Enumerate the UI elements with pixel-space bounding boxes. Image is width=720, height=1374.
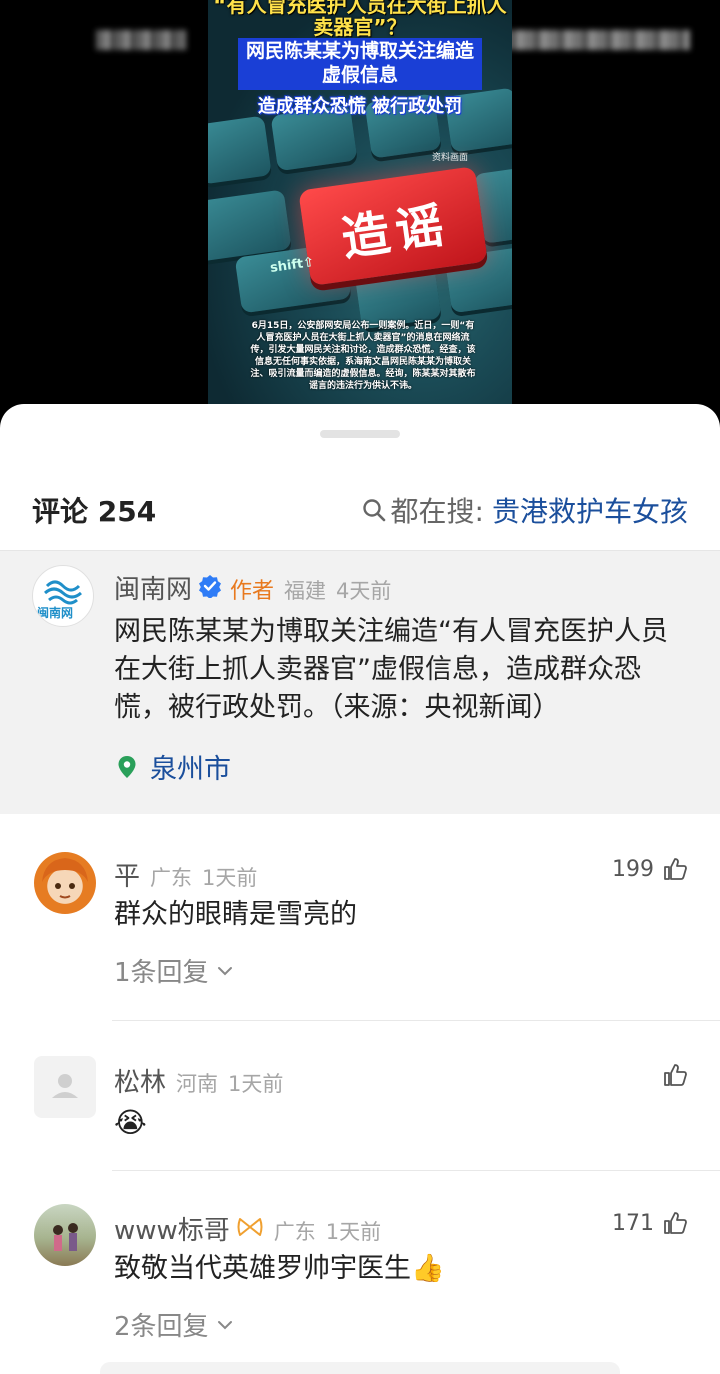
author-time: 4天前 (336, 579, 392, 603)
comment-sheet: 评论 254 都在搜: 贵港救护车女孩 闽南网 闽南网 作者 福建 4天前 网民… (0, 404, 720, 1374)
video-caption: 6月15日，公安部网安局公布一则案例。近日，一则“有人冒充医护人员在大街上抓人卖… (250, 321, 476, 391)
author-region: 福建 (284, 579, 327, 603)
comment-header: 评论 254 都在搜: 贵港救护车女孩 (0, 476, 720, 536)
cartoon-face-icon (42, 858, 88, 899)
like-button[interactable]: 199 (612, 856, 688, 882)
verified-badge-icon (199, 575, 222, 598)
keyboard-key (208, 115, 272, 185)
like-button[interactable]: 171 (612, 1210, 688, 1236)
comment-time: 1天前 (228, 1072, 284, 1096)
comment-count-title: 评论 254 (32, 495, 157, 528)
photo-avatar-icon (53, 1223, 78, 1251)
comment-author-name[interactable]: 平 (114, 856, 140, 893)
author-name-row: 闽南网 作者 福建 4天前 (114, 569, 391, 606)
video-player[interactable]: 造谣 shift⇧ “有人冒充医护人员在大街上抓人卖器官”？ 网民陈某某为博取关… (0, 0, 720, 430)
user-avatar[interactable] (34, 1056, 96, 1118)
video-headline-bottom: 造成群众恐慌 被行政处罚 (257, 96, 463, 117)
comment-divider (112, 1020, 720, 1021)
comment-text: 😭 (114, 1106, 147, 1139)
search-prefix-label: 都在搜: (390, 495, 484, 528)
comment-author-name[interactable]: 松林 (114, 1062, 166, 1099)
comment-region: 广东 (273, 1220, 316, 1244)
author-post-card[interactable]: 闽南网 闽南网 作者 福建 4天前 网民陈某某为博取关注编造“有人冒充医护人员在… (0, 550, 720, 814)
video-headline-box: 网民陈某某为博取关注编造虚假信息 (245, 40, 474, 86)
author-name[interactable]: 闽南网 (114, 569, 192, 606)
thumbs-up-icon (664, 858, 687, 880)
comment-region: 河南 (176, 1072, 219, 1096)
like-button[interactable] (654, 1062, 688, 1088)
author-post-content: 网民陈某某为博取关注编造“有人冒充医护人员在大街上抓人卖器官”虚假信息，造成群众… (114, 616, 668, 723)
location-pin-icon (118, 755, 136, 778)
comment-text: 群众的眼睛是雪亮的 (114, 899, 357, 930)
video-watermark: 资料画面 (432, 153, 469, 163)
trending-search[interactable]: 都在搜: 贵港救护车女孩 (361, 490, 688, 530)
search-term-link[interactable]: 贵港救护车女孩 (492, 490, 688, 530)
blurred-overlay-right (500, 30, 690, 50)
comment-header-row: 松林 河南 1天前 (114, 1062, 283, 1099)
default-avatar-icon (52, 1074, 78, 1098)
location-label: 泉州市 (150, 754, 231, 785)
comment-region: 广东 (150, 866, 193, 890)
comment-header-row: 平 广东 1天前 (114, 856, 257, 893)
comment-time: 1天前 (202, 866, 258, 890)
user-avatar[interactable] (34, 852, 96, 914)
thumbs-up-icon (664, 1064, 687, 1086)
comment-time: 1天前 (325, 1220, 382, 1244)
chevron-down-icon (217, 1320, 232, 1329)
like-count: 171 (612, 1210, 654, 1236)
author-badge: 作者 (230, 579, 275, 604)
video-thumbnail[interactable]: 造谣 shift⇧ “有人冒充医护人员在大街上抓人卖器官”？ 网民陈某某为博取关… (208, 0, 512, 430)
blurred-overlay-left (96, 30, 186, 50)
view-replies-button[interactable]: 1条回复 (114, 952, 235, 989)
comment-input-bar[interactable] (100, 1362, 620, 1374)
comment-text: 致敬当代英雄罗帅宇医生👍 (114, 1253, 445, 1284)
comment-header-row: www标哥 广东 1天前 (114, 1210, 381, 1247)
author-avatar-text: 闽南网 (37, 606, 74, 620)
author-avatar[interactable]: 闽南网 (32, 565, 94, 627)
comment-author-name[interactable]: www标哥 (114, 1210, 230, 1247)
member-bow-icon (237, 1218, 263, 1236)
like-count: 199 (612, 856, 654, 882)
comment-divider (112, 1170, 720, 1171)
view-replies-button[interactable]: 2条回复 (114, 1306, 235, 1343)
reply-count: 1条回复 (114, 958, 209, 988)
location-tag[interactable]: 泉州市 (114, 747, 231, 786)
thumbs-up-icon (664, 1212, 687, 1234)
reply-count: 2条回复 (114, 1312, 209, 1342)
user-avatar[interactable] (34, 1204, 96, 1266)
chevron-down-icon (217, 966, 232, 975)
video-headline-top: “有人冒充医护人员在大街上抓人卖器官”？ (213, 0, 507, 39)
search-icon (362, 499, 385, 522)
drag-handle[interactable] (320, 430, 400, 438)
